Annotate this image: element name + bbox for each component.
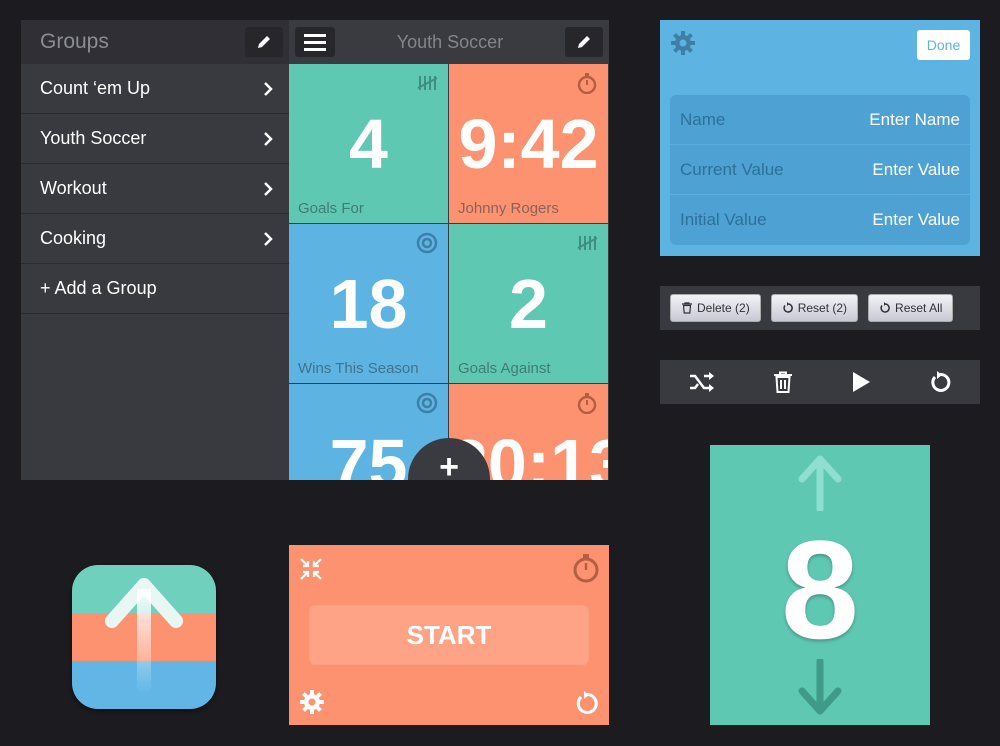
reset-icon[interactable] <box>929 371 951 393</box>
stopwatch-icon <box>573 554 599 583</box>
counter-name: Goals Against <box>458 360 551 377</box>
name-label: Name <box>680 109 726 129</box>
trash-icon[interactable] <box>773 371 793 393</box>
group-item-label: Youth Soccer <box>40 128 147 148</box>
tally-icon <box>417 76 438 90</box>
counter-tile[interactable]: 9:42 Johnny Rogers <box>449 64 608 223</box>
gear-icon[interactable] <box>299 689 325 715</box>
groups-edit-button[interactable] <box>245 27 283 57</box>
target-icon <box>416 232 438 254</box>
counters-header: Youth Soccer <box>289 20 609 64</box>
form-card: Name Enter Name Current Value Enter Valu… <box>670 95 970 245</box>
group-item-cooking[interactable]: Cooking <box>21 214 289 264</box>
arrow-up-icon[interactable] <box>798 455 842 511</box>
group-item-label: Cooking <box>40 228 107 248</box>
app-icon <box>72 565 216 709</box>
group-item-label: Workout <box>40 178 107 198</box>
counters-edit-button[interactable] <box>565 27 603 57</box>
group-item-youth-soccer[interactable]: Youth Soccer <box>21 114 289 164</box>
reset-all-button[interactable]: Reset All <box>868 294 954 322</box>
counter-value: 4 <box>349 105 388 183</box>
group-item-count-em-up[interactable]: Count ‘em Up <box>21 64 289 114</box>
current-value-label: Current Value <box>680 159 784 179</box>
menu-button[interactable] <box>295 27 335 57</box>
counter-name: Wins This Season <box>298 360 419 377</box>
chevron-right-icon <box>264 231 273 246</box>
play-icon[interactable] <box>851 371 871 393</box>
trash-icon <box>682 302 692 314</box>
group-item-label: Count ‘em Up <box>40 78 151 98</box>
chevron-right-icon <box>264 131 273 146</box>
action-button-bar: Delete (2) Reset (2) Reset All <box>660 286 980 330</box>
groups-header: Groups <box>21 20 289 64</box>
counter-tile[interactable]: 2 Goals Against <box>449 224 608 383</box>
tally-icon <box>577 236 598 250</box>
initial-value-row[interactable]: Initial Value Enter Value <box>670 195 970 245</box>
current-value-row[interactable]: Current Value Enter Value <box>670 145 970 195</box>
initial-value-label: Initial Value <box>680 210 767 229</box>
shuffle-icon[interactable] <box>689 371 715 393</box>
pencil-icon <box>578 36 590 48</box>
add-group-button[interactable]: + Add a Group <box>21 264 289 314</box>
reset-icon <box>880 302 890 313</box>
stopwatch-icon <box>577 73 597 94</box>
gear-icon[interactable] <box>670 30 696 56</box>
delete-button[interactable]: Delete (2) <box>670 294 761 322</box>
timer-panel: START <box>289 545 609 725</box>
reset-icon[interactable] <box>575 691 599 715</box>
counter-tile[interactable]: 18 Wins This Season <box>289 224 448 383</box>
counters-title: Youth Soccer <box>396 31 504 52</box>
counter-value: 18 <box>329 265 408 343</box>
start-button[interactable]: START <box>309 605 589 665</box>
arrow-up-icon <box>105 578 183 693</box>
big-counter-value: 8 <box>781 511 859 668</box>
add-group-label: + Add a Group <box>40 278 157 298</box>
counter-name: Goals For <box>298 200 364 217</box>
initial-value-field[interactable]: Enter Value <box>872 210 960 230</box>
edit-counter-form: Done Name Enter Name Current Value Enter… <box>660 20 980 256</box>
counter-name: Johnny Rogers <box>458 200 559 217</box>
done-button[interactable]: Done <box>917 30 970 60</box>
stopwatch-icon <box>577 393 597 414</box>
groups-title: Groups <box>40 30 109 53</box>
delete-label: Delete (2) <box>697 301 750 315</box>
group-item-workout[interactable]: Workout <box>21 164 289 214</box>
reset-label: Reset (2) <box>797 301 848 315</box>
groups-panel: Groups Count ‘em Up Youth Soccer Workout… <box>21 20 289 480</box>
icon-toolbar <box>660 360 980 404</box>
counter-value: 2 <box>509 265 548 343</box>
target-icon <box>416 392 438 414</box>
reset-button[interactable]: Reset (2) <box>770 294 859 322</box>
collapse-icon[interactable] <box>299 557 323 581</box>
name-row[interactable]: Name Enter Name <box>670 95 970 145</box>
big-counter-card[interactable]: 8 <box>710 445 930 725</box>
chevron-right-icon <box>264 81 273 96</box>
arrow-down-icon[interactable] <box>798 659 842 715</box>
counter-tile[interactable]: 4 Goals For <box>289 64 448 223</box>
counter-value: 9:42 <box>458 105 599 183</box>
chevron-right-icon <box>264 181 273 196</box>
counters-panel: Youth Soccer 4 Goals For 9:42 Johnny Rog… <box>289 20 609 480</box>
current-value-field[interactable]: Enter Value <box>872 160 960 180</box>
reset-icon <box>783 302 793 313</box>
reset-all-label: Reset All <box>895 301 943 315</box>
pencil-icon <box>258 36 270 48</box>
name-field[interactable]: Enter Name <box>869 110 960 130</box>
